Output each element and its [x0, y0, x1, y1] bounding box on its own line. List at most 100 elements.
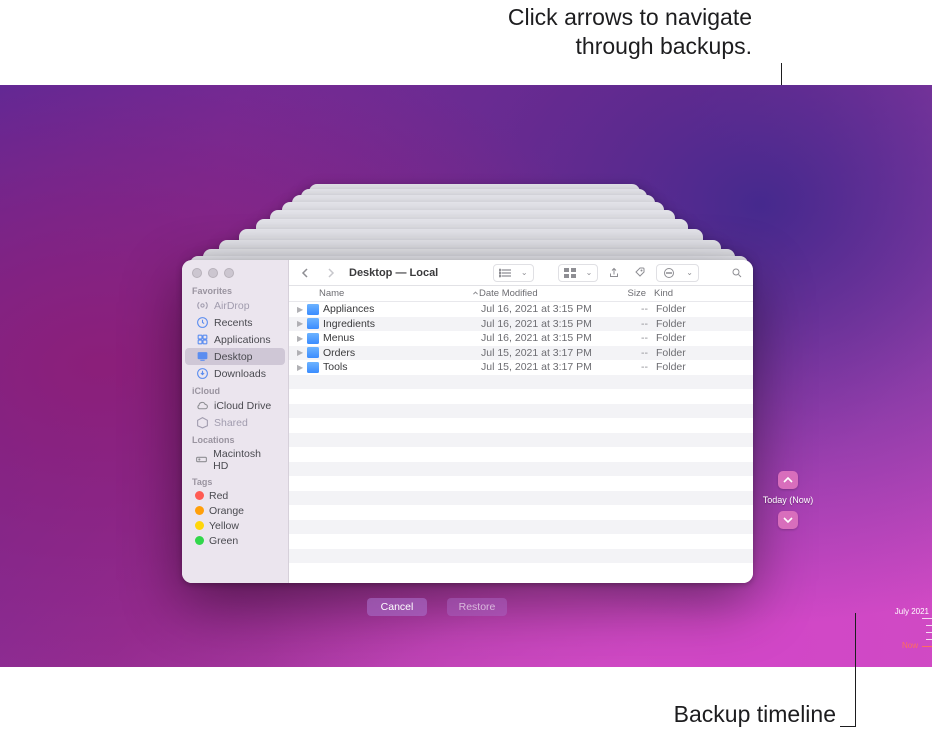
shared-icon — [195, 416, 209, 430]
annotation-backup-timeline: Backup timeline — [556, 700, 836, 729]
sidebar-item-shared[interactable]: Shared — [185, 414, 285, 431]
tag-dot-icon — [195, 521, 204, 530]
nav-down-button[interactable] — [778, 511, 798, 529]
column-headers: Name Date Modified Size Kind — [289, 286, 753, 302]
file-kind: Folder — [656, 318, 753, 330]
annotation-navigate-arrows: Click arrows to navigate through backups… — [292, 3, 752, 61]
file-row[interactable]: ▶OrdersJul 15, 2021 at 3:17 PM--Folder — [289, 346, 753, 361]
sidebar-label: AirDrop — [214, 300, 250, 312]
file-row[interactable]: ▶ MenusJul 16, 2021 at 3:15 PM--Folder — [289, 331, 753, 346]
file-date: Jul 15, 2021 at 3:17 PM — [481, 361, 604, 373]
sidebar-label: Applications — [214, 334, 271, 346]
ellipsis-circle-icon — [657, 265, 681, 281]
sidebar-item-downloads[interactable]: Downloads — [185, 365, 285, 382]
file-row[interactable]: ▶ToolsJul 15, 2021 at 3:17 PM--Folder — [289, 360, 753, 375]
share-button[interactable] — [604, 264, 624, 282]
finder-main: Desktop — Local ⌄ ⌄ ⌄ Name Date Modified… — [289, 260, 753, 583]
file-size: -- — [604, 303, 656, 315]
chevron-updown-icon: ⌄ — [516, 265, 533, 281]
forward-button[interactable] — [321, 264, 341, 282]
file-name: Appliances — [323, 303, 481, 315]
sidebar-header-tags: Tags — [182, 473, 288, 488]
folder-icon — [307, 347, 319, 358]
timeline-label-month: July 2021 — [895, 607, 929, 616]
disclosure-icon[interactable]: ▶ — [297, 319, 307, 328]
action-menu[interactable]: ⌄ — [656, 264, 699, 282]
tag-label: Orange — [209, 505, 244, 517]
sidebar-item-desktop[interactable]: Desktop — [185, 348, 285, 365]
sidebar-label: Macintosh HD — [213, 448, 275, 472]
sidebar-label: Shared — [214, 417, 248, 429]
file-row[interactable]: ▶ AppliancesJul 16, 2021 at 3:15 PM--Fold… — [289, 302, 753, 317]
chevron-down-icon: ⌄ — [581, 265, 598, 281]
sidebar-tag-green[interactable]: Green — [185, 533, 285, 548]
file-size: -- — [604, 332, 656, 344]
column-header-name[interactable]: Name — [319, 288, 479, 299]
column-header-date[interactable]: Date Modified — [479, 288, 602, 299]
file-size: -- — [604, 347, 656, 359]
finder-sidebar: Favorites AirDrop Recents Applications D… — [182, 260, 289, 583]
folder-icon — [307, 362, 319, 373]
sidebar-item-applications[interactable]: Applications — [185, 331, 285, 348]
tag-label: Yellow — [209, 520, 239, 532]
sidebar-tag-yellow[interactable]: Yellow — [185, 518, 285, 533]
list-sort-menu[interactable]: ⌄ — [493, 264, 534, 282]
tag-label: Green — [209, 535, 238, 547]
tag-dot-icon — [195, 536, 204, 545]
disclosure-icon[interactable]: ▶ — [297, 348, 307, 357]
sidebar-header-locations: Locations — [182, 431, 288, 446]
sidebar-tag-red[interactable]: Red — [185, 488, 285, 503]
zoom-dot[interactable] — [224, 268, 234, 278]
applications-icon — [195, 333, 209, 347]
sidebar-tag-orange[interactable]: Orange — [185, 503, 285, 518]
sidebar-item-macintosh-hd[interactable]: Macintosh HD — [185, 446, 285, 473]
annotation-leader-bottom-h — [840, 726, 856, 727]
minimize-dot[interactable] — [208, 268, 218, 278]
file-date: Jul 16, 2021 at 3:15 PM — [481, 318, 604, 330]
file-size: -- — [604, 318, 656, 330]
finder-toolbar: Desktop — Local ⌄ ⌄ ⌄ — [289, 260, 753, 286]
downloads-icon — [195, 367, 209, 381]
disclosure-icon[interactable]: ▶ — [297, 363, 307, 372]
file-kind: Folder — [656, 303, 753, 315]
tag-dot-icon — [195, 506, 204, 515]
time-machine-actions: Cancel Restore — [0, 598, 874, 616]
restore-button[interactable]: Restore — [447, 598, 507, 616]
folder-icon — [307, 318, 319, 329]
backup-nav: Today (Now) — [773, 471, 803, 529]
file-name: Tools — [323, 361, 481, 373]
sidebar-label: Desktop — [214, 351, 253, 363]
file-name: Menus — [323, 332, 481, 344]
cancel-button[interactable]: Cancel — [367, 598, 427, 616]
sidebar-item-recents[interactable]: Recents — [185, 314, 285, 331]
file-name: Orders — [323, 347, 481, 359]
file-kind: Folder — [656, 332, 753, 344]
disclosure-icon[interactable]: ▶ — [297, 334, 307, 343]
file-name: Ingredients — [323, 318, 481, 330]
tag-button[interactable] — [630, 264, 650, 282]
sidebar-item-icloud-drive[interactable]: iCloud Drive — [185, 397, 285, 414]
file-date: Jul 16, 2021 at 3:15 PM — [481, 303, 604, 315]
file-date: Jul 16, 2021 at 3:15 PM — [481, 332, 604, 344]
backup-timeline[interactable]: July 2021 Now — [870, 603, 932, 663]
column-header-size[interactable]: Size — [602, 288, 654, 299]
folder-icon — [307, 333, 319, 344]
window-controls — [182, 260, 288, 282]
file-row[interactable]: ▶ IngredientsJul 16, 2021 at 3:15 PM--Fol… — [289, 317, 753, 332]
sidebar-item-airdrop[interactable]: AirDrop — [185, 297, 285, 314]
close-dot[interactable] — [192, 268, 202, 278]
search-button[interactable] — [727, 264, 747, 282]
chevron-down-icon: ⌄ — [681, 265, 698, 281]
grid-icon — [559, 265, 581, 281]
nav-up-button[interactable] — [778, 471, 798, 489]
window-title: Desktop — Local — [349, 267, 438, 279]
view-mode-menu[interactable]: ⌄ — [558, 264, 599, 282]
column-header-kind[interactable]: Kind — [654, 288, 753, 299]
time-machine-desktop: Favorites AirDrop Recents Applications D… — [0, 85, 932, 667]
back-button[interactable] — [295, 264, 315, 282]
cloud-icon — [195, 399, 209, 413]
disclosure-icon[interactable]: ▶ — [297, 305, 307, 314]
sidebar-label: Downloads — [214, 368, 266, 380]
desktop-icon — [195, 350, 209, 364]
folder-icon — [307, 304, 319, 315]
